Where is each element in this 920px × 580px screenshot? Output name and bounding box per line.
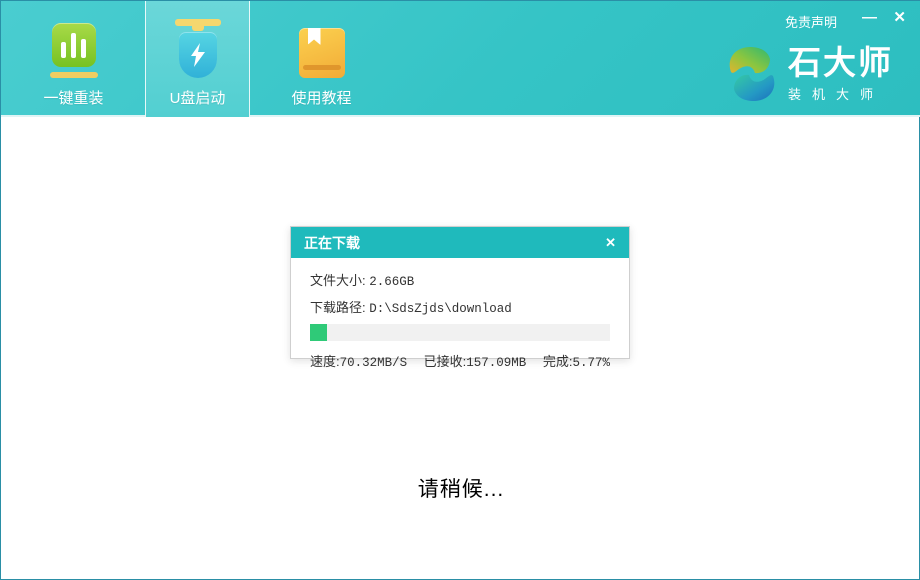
completed-label: 完成: — [543, 354, 573, 369]
speed-value: 70.32MB/S — [340, 356, 408, 370]
file-size-value: 2.66GB — [369, 275, 414, 289]
speed-stat: 速度:70.32MB/S — [310, 351, 407, 370]
tab-tutorial[interactable]: 使用教程 — [269, 1, 374, 117]
usb-drive-icon — [175, 16, 221, 78]
close-icon[interactable]: ✕ — [893, 9, 906, 27]
app-logo: 石大师 装机大师 — [726, 45, 893, 103]
logo-subtitle: 装机大师 — [788, 84, 893, 103]
dialog-close-icon[interactable]: ✕ — [605, 235, 616, 251]
file-size-label: 文件大小: — [310, 273, 366, 288]
please-wait-text: 请稍候... — [1, 473, 920, 503]
logo-mark-icon — [726, 45, 778, 103]
completed-stat: 完成:5.77% — [543, 351, 610, 370]
chart-icon — [50, 16, 98, 78]
received-value: 157.09MB — [466, 356, 526, 370]
download-stats-row: 速度:70.32MB/S 已接收:157.09MB 完成:5.77% — [310, 351, 610, 370]
tab-usb-boot[interactable]: U盘启动 — [145, 1, 250, 117]
book-icon — [299, 16, 345, 78]
download-dialog-body: 文件大小: 2.66GB 下载路径: D:\SdsZjds\download 速… — [291, 258, 629, 370]
disclaimer-link[interactable]: 免责声明 — [785, 12, 837, 31]
header-bar: 一键重装 U盘启动 使用教程 — [1, 1, 920, 117]
speed-label: 速度: — [310, 354, 340, 369]
file-size-row: 文件大小: 2.66GB — [310, 270, 610, 289]
progress-bar-fill — [310, 324, 327, 341]
tab-label: 使用教程 — [291, 87, 351, 108]
received-label: 已接收: — [424, 354, 467, 369]
tab-one-click-reinstall[interactable]: 一键重装 — [21, 1, 126, 117]
logo-title: 石大师 — [788, 45, 893, 81]
tab-bar: 一键重装 U盘启动 使用教程 — [21, 1, 374, 117]
download-dialog-titlebar: 正在下载 ✕ — [291, 227, 629, 258]
received-stat: 已接收:157.09MB — [424, 351, 527, 370]
tab-label: 一键重装 — [43, 87, 103, 108]
minimize-icon[interactable]: — — [862, 9, 877, 27]
download-path-label: 下载路径: — [310, 300, 366, 315]
tab-label: U盘启动 — [170, 87, 226, 108]
download-dialog: 正在下载 ✕ 文件大小: 2.66GB 下载路径: D:\SdsZjds\dow… — [290, 226, 630, 359]
download-path-value: D:\SdsZjds\download — [369, 302, 512, 316]
lightning-bolt-icon — [190, 43, 206, 67]
dialog-title: 正在下载 — [304, 233, 360, 253]
download-path-row: 下载路径: D:\SdsZjds\download — [310, 297, 610, 316]
progress-bar-track — [310, 324, 610, 341]
completed-value: 5.77% — [572, 356, 610, 370]
